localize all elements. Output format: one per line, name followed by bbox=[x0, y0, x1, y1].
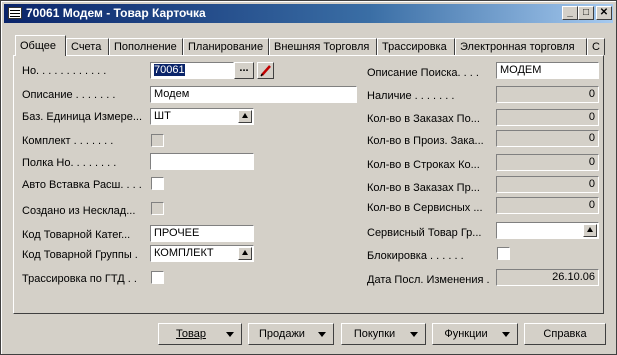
chevron-down-icon bbox=[410, 332, 418, 337]
created-from-nonstock-label: Создано из Несклад... bbox=[22, 205, 136, 217]
tab-general[interactable]: Общее bbox=[15, 35, 66, 56]
tab-strip: Общее Счета Пополнение Планирование Внеш… bbox=[13, 35, 605, 56]
category-field[interactable]: ПРОЧЕЕ bbox=[150, 225, 254, 242]
qty-on-prod-orders-field[interactable]: 0 bbox=[496, 130, 599, 147]
qty-on-sales-orders-field[interactable]: 0 bbox=[496, 176, 599, 193]
item-menu-button[interactable]: Товар bbox=[158, 323, 242, 345]
base-unit-field[interactable]: ШТ bbox=[150, 108, 254, 125]
shelf-field[interactable] bbox=[150, 153, 254, 170]
qty-on-purchase-orders-label: Кол-во в Заказах По... bbox=[367, 113, 480, 125]
service-item-group-label: Сервисный Товар Гр... bbox=[367, 227, 482, 239]
service-item-group-field[interactable] bbox=[496, 222, 599, 239]
shelf-label: Полка Но. . . . . . . . bbox=[22, 157, 117, 169]
search-description-label: Описание Поиска. . . . bbox=[367, 67, 479, 79]
gtd-tracking-checkbox[interactable] bbox=[151, 271, 164, 284]
description-field[interactable]: Модем bbox=[150, 86, 357, 103]
tab-replenishment[interactable]: Пополнение bbox=[109, 38, 183, 55]
last-date-modified-field[interactable]: 26.10.06 bbox=[496, 269, 599, 286]
minimize-button[interactable]: _ bbox=[562, 6, 578, 20]
created-from-nonstock-checkbox[interactable] bbox=[151, 202, 164, 215]
product-group-field[interactable]: КОМПЛЕКТ bbox=[150, 245, 254, 262]
tab-e-commerce[interactable]: Электронная торговля bbox=[455, 38, 587, 55]
functions-menu-button[interactable]: Функции bbox=[432, 323, 518, 345]
chevron-down-icon bbox=[502, 332, 510, 337]
tab-planning[interactable]: Планирование bbox=[183, 38, 269, 55]
blocked-label: Блокировка . . . . . . bbox=[367, 250, 464, 262]
no-label: Но. . . . . . . . . . . . bbox=[22, 65, 107, 77]
chevron-down-icon bbox=[226, 332, 234, 337]
category-label: Код Товарной Катег... bbox=[22, 229, 131, 241]
qty-on-component-lines-field[interactable]: 0 bbox=[496, 154, 599, 171]
description-label: Описание . . . . . . . bbox=[22, 89, 116, 101]
base-unit-value: ШТ bbox=[154, 110, 171, 122]
search-description-field[interactable]: МОДЕМ bbox=[496, 62, 599, 79]
window-title: 70061 Модем - Товар Карточка bbox=[26, 6, 206, 20]
pencil-icon bbox=[260, 65, 271, 77]
kit-label: Комплект . . . . . . . bbox=[22, 135, 114, 147]
product-group-value: КОМПЛЕКТ bbox=[154, 247, 214, 259]
item-card-window: 70061 Модем - Товар Карточка _ □ ✕ Общее… bbox=[0, 0, 617, 355]
qty-on-service-orders-field[interactable]: 0 bbox=[496, 197, 599, 214]
inventory-label: Наличие . . . . . . . bbox=[367, 90, 455, 102]
tab-tracking[interactable]: Трассировка bbox=[377, 38, 455, 55]
tab-accounts[interactable]: Счета bbox=[66, 38, 109, 55]
form-icon bbox=[8, 7, 22, 19]
qty-on-purchase-orders-field[interactable]: 0 bbox=[496, 109, 599, 126]
sales-menu-button[interactable]: Продажи bbox=[248, 323, 334, 345]
last-date-modified-label: Дата Посл. Изменения . bbox=[367, 274, 490, 286]
product-group-label: Код Товарной Группы . bbox=[22, 249, 138, 261]
auto-insert-label: Авто Вставка Расш. . . . bbox=[22, 179, 142, 191]
kit-checkbox[interactable] bbox=[151, 134, 164, 147]
tab-more[interactable]: С bbox=[587, 38, 605, 55]
base-unit-label: Баз. Единица Измере... bbox=[22, 111, 142, 123]
title-bar[interactable]: 70061 Модем - Товар Карточка _ □ ✕ bbox=[4, 4, 613, 23]
base-unit-dropdown-icon[interactable] bbox=[238, 110, 252, 123]
service-item-group-dropdown-icon[interactable] bbox=[583, 224, 597, 237]
qty-on-sales-orders-label: Кол-во в Заказах Пр... bbox=[367, 182, 480, 194]
tab-foreign-trade[interactable]: Внешняя Торговля bbox=[269, 38, 377, 55]
gtd-tracking-label: Трассировка по ГТД . . bbox=[22, 273, 137, 285]
auto-insert-checkbox[interactable] bbox=[151, 177, 164, 190]
blocked-checkbox[interactable] bbox=[497, 247, 510, 260]
inventory-field[interactable]: 0 bbox=[496, 86, 599, 103]
purchases-menu-button[interactable]: Покупки bbox=[341, 323, 426, 345]
no-value: 70061 bbox=[154, 64, 185, 76]
no-field[interactable]: 70061 bbox=[150, 62, 234, 79]
product-group-dropdown-icon[interactable] bbox=[238, 247, 252, 260]
qty-on-prod-orders-label: Кол-во в Произ. Зака... bbox=[367, 135, 484, 147]
help-button[interactable]: Справка bbox=[524, 323, 606, 345]
no-lookup-button[interactable]: ... bbox=[234, 62, 254, 79]
edit-button[interactable] bbox=[257, 62, 274, 79]
close-button[interactable]: ✕ bbox=[596, 6, 612, 20]
chevron-down-icon bbox=[318, 332, 326, 337]
qty-on-service-orders-label: Кол-во в Сервисных ... bbox=[367, 202, 483, 214]
maximize-button[interactable]: □ bbox=[578, 6, 594, 20]
qty-on-component-lines-label: Кол-во в Строках Ко... bbox=[367, 159, 480, 171]
